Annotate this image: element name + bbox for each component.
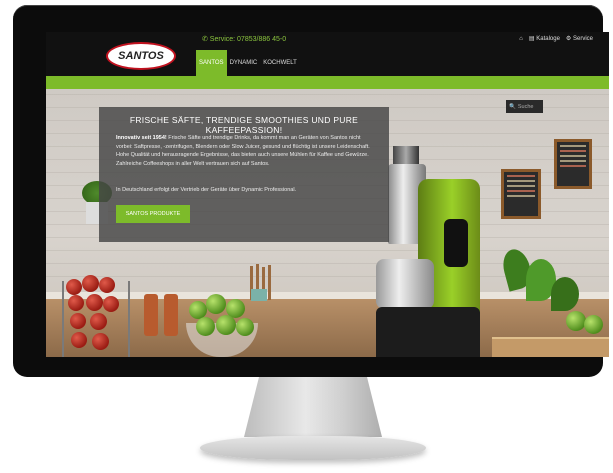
site-header: SANTOS ✆ Service: 07853/886 45-0 ⌂ ▤ Kat… [46,32,609,76]
menu-board [554,139,592,189]
intro-box: FRISCHE SÄFTE, TRENDIGE SMOOTHIES UND PU… [99,107,389,242]
monitor-stand-neck [244,377,382,437]
home-icon[interactable]: ⌂ [519,36,523,42]
juicer-panel [444,219,468,267]
red-apple [103,296,119,312]
search-box[interactable]: 🔍 Suche [506,100,543,113]
red-apple [68,295,84,311]
hero-text-bold: Innovativ seit 1954! [116,135,167,141]
monitor-stand-base [200,436,426,460]
nav-kochwelt[interactable]: KOCHWELT [260,50,300,76]
green-apple [196,317,215,336]
juice-bottle [144,294,158,336]
nav-santos[interactable]: SANTOS [196,50,227,76]
book-icon: ▤ [528,36,535,42]
products-button[interactable]: SANTOS PRODUKTE [116,205,190,223]
catalog-link[interactable]: ▤ Kataloge [529,35,560,42]
nav-dynamic[interactable]: DYNAMIC [227,50,261,76]
red-apple [70,313,86,329]
hero-description: Innovativ seit 1954! Frische Säfte und t… [116,134,374,168]
green-apple [236,318,254,336]
red-apple [92,333,109,350]
main-nav: SANTOS DYNAMIC KOCHWELT [196,50,300,76]
search-icon: 🔍 [509,103,516,110]
service-link[interactable]: ⚙ Service [566,35,593,42]
wooden-crate [492,337,609,357]
menu-board [501,169,541,219]
red-apple [90,313,107,330]
red-apple [86,294,103,311]
red-apple [82,275,99,292]
top-links: ⌂ ▤ Kataloge ⚙ Service [519,35,593,43]
sub-nav [46,76,609,89]
juice-bottle [164,294,178,336]
gear-icon: ⚙ [565,36,572,42]
service-phone[interactable]: ✆ Service: 07853/886 45-0 [202,35,286,43]
red-apple [99,277,115,293]
utensil-cup [251,289,267,301]
browser-screen: SANTOS ✆ Service: 07853/886 45-0 ⌂ ▤ Kat… [46,32,609,357]
celery-leaf [551,277,579,311]
hero-banner: FRISCHE SÄFTE, TRENDIGE SMOOTHIES UND PU… [46,89,609,357]
red-apple [66,279,82,295]
distribution-note: In Deutschland erfolgt der Vertrieb der … [116,187,297,193]
green-apple [216,315,236,335]
green-apple [206,294,226,314]
juicer-base [376,307,480,357]
search-placeholder: Suche [517,103,534,110]
santos-logo[interactable]: SANTOS [106,42,176,70]
juicer-bowl [376,259,434,309]
monitor-frame: SANTOS ✆ Service: 07853/886 45-0 ⌂ ▤ Kat… [13,5,609,377]
hero-title: FRISCHE SÄFTE, TRENDIGE SMOOTHIES UND PU… [129,115,359,135]
green-apple [584,315,603,334]
green-apple [566,311,586,331]
red-apple [71,332,87,348]
